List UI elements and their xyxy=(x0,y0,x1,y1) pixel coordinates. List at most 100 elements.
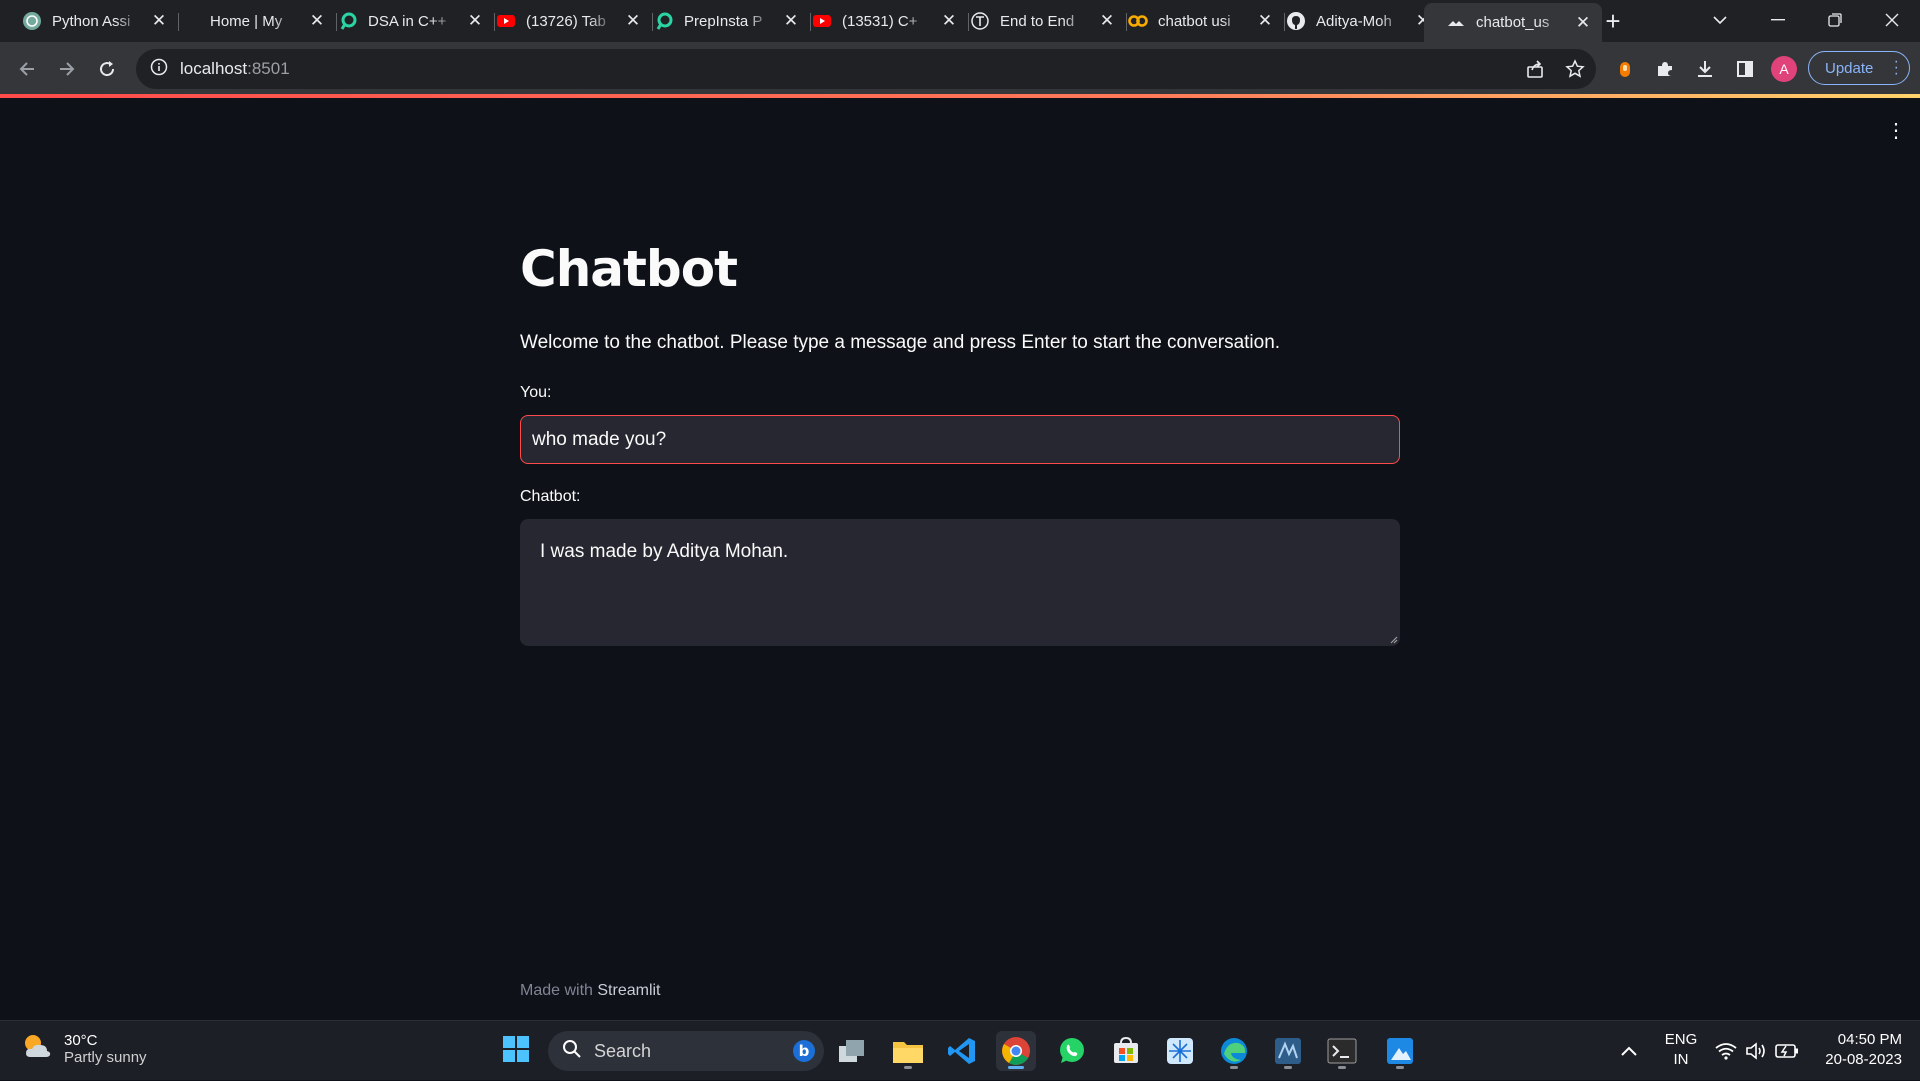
svg-text:b: b xyxy=(799,1042,810,1060)
terminal-icon[interactable] xyxy=(1322,1031,1362,1071)
reload-icon[interactable] xyxy=(92,54,122,84)
vscode-icon[interactable] xyxy=(942,1031,982,1071)
search-icon xyxy=(562,1039,582,1064)
whatsapp-icon[interactable] xyxy=(1052,1031,1092,1071)
mysql-workbench-icon[interactable] xyxy=(1268,1031,1308,1071)
chatbot-label: Chatbot: xyxy=(520,488,581,505)
browser-tab[interactable]: Python Assi ✕ xyxy=(0,5,179,37)
windows-logo-icon xyxy=(502,1035,530,1068)
weather-condition: Partly sunny xyxy=(64,1048,147,1066)
search-label: Search xyxy=(594,1040,652,1061)
microsoft-store-icon[interactable] xyxy=(1106,1031,1146,1071)
snipping-tool-icon[interactable] xyxy=(1160,1031,1200,1071)
openai-icon xyxy=(22,11,42,31)
browser-tab-active[interactable]: chatbot_us ✕ xyxy=(1424,3,1602,42)
bing-icon[interactable]: b xyxy=(792,1039,816,1068)
task-view-icon[interactable] xyxy=(832,1031,872,1071)
close-window-button[interactable] xyxy=(1863,0,1920,40)
chrome-icon[interactable] xyxy=(996,1031,1036,1071)
extension-icon[interactable] xyxy=(1610,54,1640,84)
footer: Made with Streamlit xyxy=(520,982,661,1000)
tab-title: PrepInsta P xyxy=(684,12,763,30)
photo-editor-icon[interactable] xyxy=(1380,1031,1420,1071)
prepinsta-icon xyxy=(654,11,674,31)
medium-icon xyxy=(970,11,990,31)
address-bar[interactable]: localhost:8501 xyxy=(136,49,1596,89)
browser-tab[interactable]: DSA in C++ ✕ xyxy=(316,5,495,37)
moon-icon xyxy=(180,11,200,31)
file-explorer-icon[interactable] xyxy=(888,1031,928,1071)
language-primary: ENG xyxy=(1664,1031,1698,1048)
message-input-value: who made you? xyxy=(532,428,667,450)
more-vertical-icon: · · · xyxy=(1893,53,1899,82)
prepinsta-icon xyxy=(338,11,358,31)
footer-prefix: Made with xyxy=(520,982,598,999)
profile-avatar[interactable]: A xyxy=(1771,56,1797,82)
back-arrow-icon[interactable] xyxy=(12,54,42,84)
tab-title: Aditya-Moh xyxy=(1316,12,1392,30)
tab-title: (13531) C+ xyxy=(842,12,918,30)
main-menu-icon[interactable]: ⋮ xyxy=(1886,118,1906,144)
welcome-text: Welcome to the chatbot. Please type a me… xyxy=(520,332,1281,353)
edge-icon[interactable] xyxy=(1214,1031,1254,1071)
chatbot-response-area[interactable]: I was made by Aditya Mohan. xyxy=(520,519,1400,646)
browser-toolbar: localhost:8501 xyxy=(0,42,1920,96)
message-input[interactable]: who made you? xyxy=(520,415,1400,464)
you-label: You: xyxy=(520,384,552,401)
tab-title: Python Assi xyxy=(52,12,131,30)
github-icon xyxy=(1286,11,1306,31)
url-host: localhost xyxy=(180,59,248,78)
partly-sunny-icon xyxy=(20,1029,54,1068)
minimize-button[interactable] xyxy=(1749,0,1806,40)
streamlit-icon xyxy=(1446,13,1466,33)
tab-title: chatbot usi xyxy=(1158,12,1231,30)
footer-streamlit-link[interactable]: Streamlit xyxy=(597,982,660,999)
tab-title: DSA in C++ xyxy=(368,12,447,30)
browser-tab[interactable]: Aditya-Moh ✕ xyxy=(1264,5,1442,37)
browser-tab[interactable]: Home | My ✕ xyxy=(158,5,337,37)
url-port: :8501 xyxy=(247,59,290,78)
youtube-icon xyxy=(812,11,832,31)
language-secondary: IN xyxy=(1673,1051,1689,1068)
app-view: ⋮ Chatbot Welcome to the chatbot. Please… xyxy=(0,98,1920,1020)
tab-title: (13726) Tab xyxy=(526,12,606,30)
browser-tab[interactable]: End to End ✕ xyxy=(948,5,1127,37)
show-hidden-icons-chevron-icon[interactable] xyxy=(1620,1021,1638,1081)
site-info-icon[interactable] xyxy=(150,58,168,81)
tab-title: End to End xyxy=(1000,12,1075,30)
browser-tab[interactable]: (13531) C+ ✕ xyxy=(790,5,969,37)
browser-tab[interactable]: chatbot usi ✕ xyxy=(1106,5,1285,37)
battery-icon[interactable] xyxy=(1775,1021,1799,1081)
new-tab-button[interactable]: + xyxy=(1598,6,1628,36)
browser-tab[interactable]: (13726) Tab ✕ xyxy=(474,5,653,37)
tab-search-chevron-icon[interactable] xyxy=(1706,6,1734,34)
weather-temperature: 30°C xyxy=(64,1031,98,1049)
browser-tab[interactable]: PrepInsta P ✕ xyxy=(632,5,811,37)
colab-icon xyxy=(1128,11,1148,31)
side-panel-icon[interactable] xyxy=(1730,54,1760,84)
forward-arrow-icon[interactable] xyxy=(52,54,82,84)
window-controls xyxy=(1749,0,1920,42)
restore-button[interactable] xyxy=(1806,0,1863,40)
url-text: localhost:8501 xyxy=(180,59,290,79)
volume-icon[interactable] xyxy=(1745,1021,1767,1081)
tab-title: chatbot_us xyxy=(1476,14,1550,31)
language-indicator[interactable]: ENG IN xyxy=(1664,1030,1698,1070)
weather-widget[interactable]: 30°C Partly sunny xyxy=(20,1029,147,1068)
share-icon[interactable] xyxy=(1520,54,1550,84)
wifi-icon[interactable] xyxy=(1715,1021,1737,1081)
tab-strip: Python Assi ✕ Home | My ✕ DSA in C++ ✕ (… xyxy=(0,0,1920,42)
resize-handle-icon[interactable] xyxy=(1388,634,1398,644)
clock-time: 04:50 PM xyxy=(1837,1031,1902,1048)
page-title: Chatbot xyxy=(520,240,738,298)
download-icon[interactable] xyxy=(1690,54,1720,84)
start-button[interactable] xyxy=(496,1031,536,1071)
bookmark-star-icon[interactable] xyxy=(1560,54,1590,84)
clock-date: 20-08-2023 xyxy=(1825,1051,1902,1068)
tab-title: Home | My xyxy=(210,12,283,30)
close-icon[interactable]: ✕ xyxy=(1574,13,1592,32)
taskbar-search[interactable]: Search b xyxy=(548,1031,824,1071)
system-clock[interactable]: 04:50 PM 20-08-2023 xyxy=(1810,1030,1902,1070)
update-button[interactable]: Update · · · xyxy=(1808,51,1910,85)
puzzle-icon[interactable] xyxy=(1650,54,1680,84)
